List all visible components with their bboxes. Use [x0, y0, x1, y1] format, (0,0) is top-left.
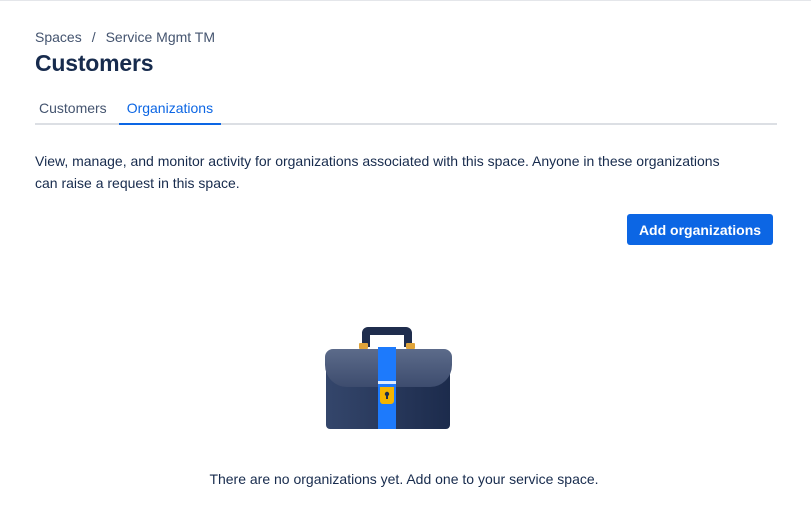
- breadcrumb-item-spaces[interactable]: Spaces: [35, 29, 82, 45]
- add-organizations-button[interactable]: Add organizations: [627, 214, 773, 245]
- page-description: View, manage, and monitor activity for o…: [35, 153, 720, 191]
- page: Spaces / Service Mgmt TM Customers Custo…: [0, 0, 811, 524]
- briefcase-icon: [325, 327, 452, 429]
- page-title: Customers: [35, 50, 154, 76]
- breadcrumb: Spaces / Service Mgmt TM: [35, 29, 215, 45]
- tab-organizations[interactable]: Organizations: [118, 97, 222, 125]
- tab-list: Customers Organizations: [35, 97, 777, 125]
- breadcrumb-item-space[interactable]: Service Mgmt TM: [106, 29, 215, 45]
- empty-state-message: There are no organizations yet. Add one …: [209, 471, 599, 487]
- tab-customers[interactable]: Customers: [35, 97, 111, 123]
- breadcrumb-separator: /: [91, 29, 96, 45]
